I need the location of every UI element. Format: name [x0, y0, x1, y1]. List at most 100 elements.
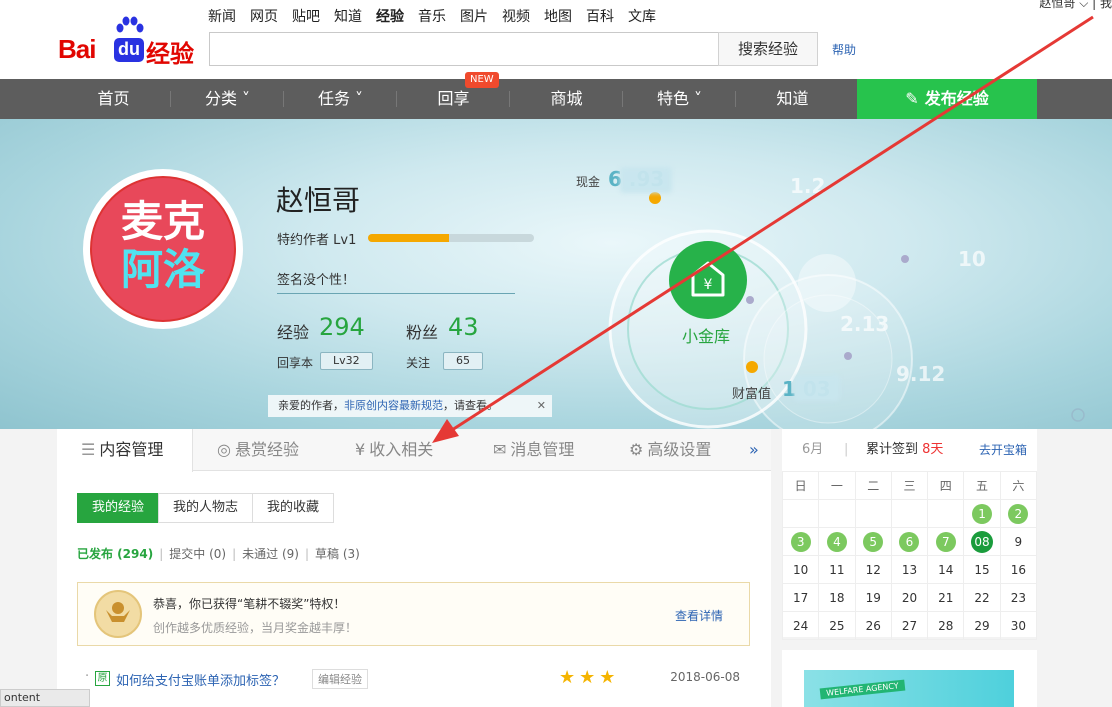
status-filters: 已发布 (294) | 提交中 (0) | 未通过 (9) | 草稿 (3)	[77, 545, 360, 562]
search-input[interactable]	[209, 32, 719, 66]
avatar[interactable]: 麦克 阿洛	[83, 169, 243, 329]
topnav-item[interactable]: 贴吧	[292, 6, 320, 26]
topnav-item[interactable]: 新闻	[208, 6, 236, 26]
calendar-day[interactable]: 10	[783, 556, 820, 584]
calendar-day[interactable]: 24	[783, 612, 820, 640]
open-treasure-link[interactable]: 去开宝箱	[979, 429, 1027, 471]
yen-icon: ¥	[355, 440, 366, 459]
tab-advanced[interactable]: ⚙ 高级设置	[629, 429, 711, 471]
calendar-day[interactable]: 5	[855, 528, 892, 556]
subtab-my-favorites[interactable]: 我的收藏	[252, 493, 335, 523]
tab-income[interactable]: ¥ 收入相关	[355, 429, 433, 471]
filter-submitting[interactable]: 提交中 (0)	[169, 547, 226, 561]
calendar-day[interactable]: 16	[1000, 556, 1037, 584]
topnav-item[interactable]: 网页	[250, 6, 278, 26]
tabs-more-button[interactable]: »	[749, 429, 759, 471]
level-progress-bar	[368, 234, 534, 242]
filter-published[interactable]: 已发布 (294)	[77, 547, 153, 561]
signature[interactable]: 签名没个性！	[277, 269, 515, 294]
treasury-button[interactable]: ¥	[669, 241, 747, 319]
checkin-days: 8天	[922, 442, 944, 457]
nav-task[interactable]: 任务 ˅	[284, 79, 397, 119]
calendar-day[interactable]: 20	[891, 584, 929, 612]
topnav-item[interactable]: 地图	[544, 6, 572, 26]
topnav-item[interactable]: 百科	[586, 6, 614, 26]
checkin-prefix: 累计签到	[866, 442, 919, 457]
wealth-label: 财富值	[732, 387, 772, 402]
topnav-item[interactable]: 知道	[334, 6, 362, 26]
tab-reward-exp[interactable]: ◎ 悬赏经验	[217, 429, 299, 471]
subtab-my-profile[interactable]: 我的人物志	[158, 493, 254, 523]
right-value-2: 10	[958, 247, 986, 271]
fans-value[interactable]: 43	[448, 313, 479, 341]
calendar-day[interactable]: 18	[819, 584, 856, 612]
calendar-day[interactable]: 19	[855, 584, 892, 612]
user-menu[interactable]: 赵恒哥 ⌵ | 我	[1039, 0, 1112, 11]
calendar-day[interactable]: 3	[783, 528, 820, 556]
help-link[interactable]: 帮助	[832, 41, 856, 58]
gear-icon: ⚙	[629, 440, 644, 459]
calendar-day[interactable]: 28	[928, 612, 965, 640]
notice-suffix: ，请查看。	[443, 399, 498, 412]
calendar-day[interactable]: 12	[855, 556, 892, 584]
calendar-day[interactable]: 9	[1000, 528, 1037, 556]
topnav-item[interactable]: 经验	[376, 6, 404, 26]
calendar-day[interactable]: 25	[819, 612, 856, 640]
ad-box[interactable]: WELFARE AGENCY	[782, 650, 1037, 707]
tab-label: 内容管理	[99, 440, 164, 459]
follow-badge[interactable]: 65	[443, 352, 483, 370]
calendar-weekday: 日	[783, 472, 820, 500]
notice-link[interactable]: 非原创内容最新规范	[344, 399, 443, 412]
calendar-day[interactable]: 22	[964, 584, 1001, 612]
coin-icon: ◎	[217, 440, 231, 459]
nav-special[interactable]: 特色 ˅	[623, 79, 736, 119]
huixiang-badge[interactable]: Lv32	[320, 352, 373, 370]
topnav-item[interactable]: 视频	[502, 6, 530, 26]
follow-label: 关注	[406, 356, 431, 370]
article-title-link[interactable]: 如何给支付宝账单添加标签？	[116, 670, 285, 689]
calendar-day[interactable]: 14	[928, 556, 965, 584]
site-header: Bai du 经验 新闻 网页 贴吧 知道 经验 音乐 图片 视频 地图 百科 文库 赵恒哥 ⌵ |…	[0, 0, 1112, 79]
nav-mall[interactable]: 商城	[510, 79, 623, 119]
publish-button[interactable]: ✎ 发布经验	[857, 79, 1037, 119]
tab-content-manage[interactable]: ☰ 内容管理	[57, 429, 193, 472]
topnav-item[interactable]: 文库	[628, 6, 656, 26]
calendar-day[interactable]: 6	[891, 528, 929, 556]
subtab-my-exp[interactable]: 我的经验	[77, 493, 160, 523]
filter-rejected[interactable]: 未通过 (9)	[242, 547, 299, 561]
calendar-day[interactable]: 4	[819, 528, 856, 556]
nav-home[interactable]: 首页	[57, 79, 170, 119]
notice-prefix: 亲爱的作者，	[278, 399, 344, 412]
calendar-day[interactable]: 23	[1000, 584, 1037, 612]
tab-messages[interactable]: ✉ 消息管理	[493, 429, 574, 471]
new-badge: NEW	[465, 72, 499, 88]
topnav-item[interactable]: 图片	[460, 6, 488, 26]
tab-label: 消息管理	[510, 440, 575, 459]
baidu-jingyan-logo[interactable]: Bai du 经验	[58, 14, 198, 68]
logo-du-text: du	[114, 38, 144, 62]
calendar-day[interactable]: 29	[964, 612, 1001, 640]
topnav-item[interactable]: 音乐	[418, 6, 446, 26]
calendar-day[interactable]: 08	[964, 528, 1001, 556]
logo-bai-text: Bai	[58, 34, 96, 64]
calendar-day[interactable]: 15	[964, 556, 1001, 584]
nav-zhidao[interactable]: 知道	[736, 79, 849, 119]
calendar-day[interactable]: 13	[891, 556, 929, 584]
calendar-day[interactable]: 17	[783, 584, 820, 612]
calendar-day[interactable]: 21	[928, 584, 965, 612]
calendar-day[interactable]: 26	[855, 612, 892, 640]
exp-value[interactable]: 294	[319, 313, 365, 341]
edit-exp-button[interactable]: 编辑经验	[312, 669, 368, 689]
calendar-day[interactable]: 1	[964, 500, 1001, 528]
calendar-day[interactable]: 11	[819, 556, 856, 584]
calendar-empty-cell	[855, 500, 892, 528]
calendar-day[interactable]: 7	[928, 528, 965, 556]
calendar-day[interactable]: 30	[1000, 612, 1037, 640]
filter-draft[interactable]: 草稿 (3)	[315, 547, 360, 561]
close-icon[interactable]: ✕	[537, 395, 546, 417]
search-button[interactable]: 搜索经验	[718, 32, 818, 66]
calendar-day[interactable]: 2	[1000, 500, 1037, 528]
award-details-link[interactable]: 查看详情	[675, 607, 723, 624]
nav-category[interactable]: 分类 ˅	[171, 79, 284, 119]
calendar-day[interactable]: 27	[891, 612, 929, 640]
